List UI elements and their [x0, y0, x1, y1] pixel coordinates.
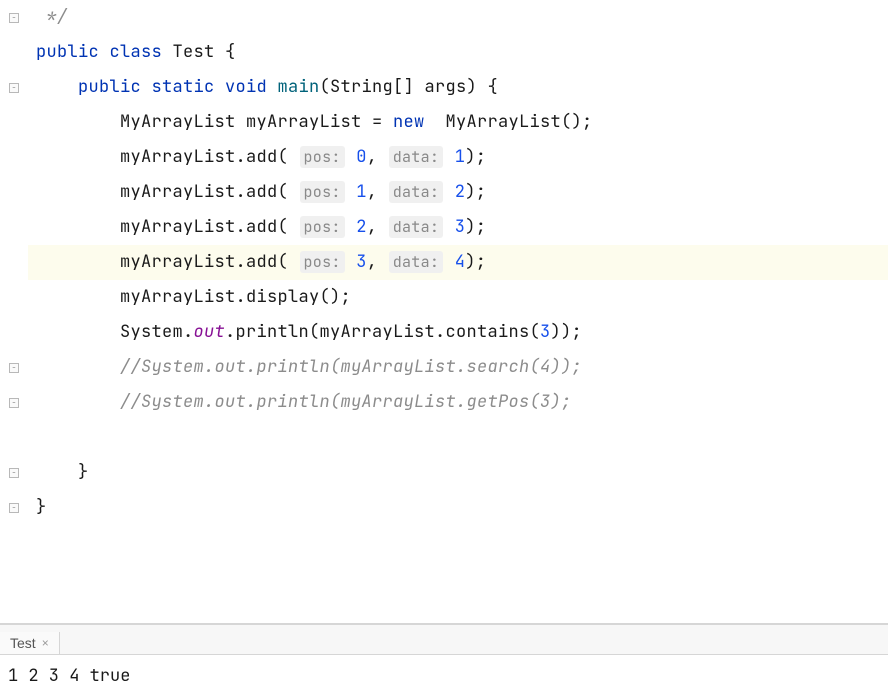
- gutter-row: [0, 35, 28, 70]
- code-line[interactable]: }: [28, 490, 888, 525]
- code-line[interactable]: }: [28, 455, 888, 490]
- gutter-row: [0, 0, 28, 35]
- fold-icon[interactable]: [9, 398, 19, 408]
- gutter-row: [0, 350, 28, 385]
- code-line[interactable]: */: [28, 0, 888, 35]
- code-line[interactable]: System.out.println(myArrayList.contains(…: [28, 315, 888, 350]
- run-tab-bar: Test ×: [0, 625, 888, 655]
- code-line[interactable]: myArrayList.add( pos: 3, data: 4);: [28, 245, 888, 280]
- code-line[interactable]: //System.out.println(myArrayList.getPos(…: [28, 385, 888, 420]
- code-line[interactable]: //System.out.println(myArrayList.search(…: [28, 350, 888, 385]
- gutter-row: [0, 175, 28, 210]
- gutter-row: [0, 420, 28, 455]
- gutter-row: [0, 140, 28, 175]
- code-line[interactable]: MyArrayList myArrayList = new MyArrayLis…: [28, 105, 888, 140]
- gutter: [0, 0, 28, 623]
- gutter-row: [0, 70, 28, 105]
- close-icon[interactable]: ×: [42, 636, 49, 650]
- gutter-row: [0, 385, 28, 420]
- gutter-row: [0, 525, 28, 560]
- gutter-row: [0, 315, 28, 350]
- fold-icon[interactable]: [9, 363, 19, 373]
- fold-icon[interactable]: [9, 13, 19, 23]
- code-line[interactable]: public static void main(String[] args) {: [28, 70, 888, 105]
- run-tab-test[interactable]: Test ×: [0, 632, 60, 654]
- console-output[interactable]: 1 2 3 4 true: [0, 655, 888, 695]
- fold-icon[interactable]: [9, 503, 19, 513]
- code-content[interactable]: */public class Test { public static void…: [28, 0, 888, 623]
- gutter-row: [0, 455, 28, 490]
- fold-icon[interactable]: [9, 468, 19, 478]
- tab-label: Test: [10, 635, 36, 651]
- gutter-row: [0, 105, 28, 140]
- gutter-row: [0, 210, 28, 245]
- code-line[interactable]: myArrayList.display();: [28, 280, 888, 315]
- code-line[interactable]: myArrayList.add( pos: 2, data: 3);: [28, 210, 888, 245]
- code-line[interactable]: myArrayList.add( pos: 0, data: 1);: [28, 140, 888, 175]
- gutter-row: [0, 245, 28, 280]
- fold-icon[interactable]: [9, 83, 19, 93]
- gutter-row: [0, 280, 28, 315]
- code-line[interactable]: public class Test {: [28, 35, 888, 70]
- code-line[interactable]: [28, 525, 888, 560]
- code-line[interactable]: [28, 420, 888, 455]
- code-editor[interactable]: */public class Test { public static void…: [0, 0, 888, 623]
- code-line[interactable]: myArrayList.add( pos: 1, data: 2);: [28, 175, 888, 210]
- run-tool-window: Test × 1 2 3 4 true: [0, 624, 888, 695]
- gutter-row: [0, 490, 28, 525]
